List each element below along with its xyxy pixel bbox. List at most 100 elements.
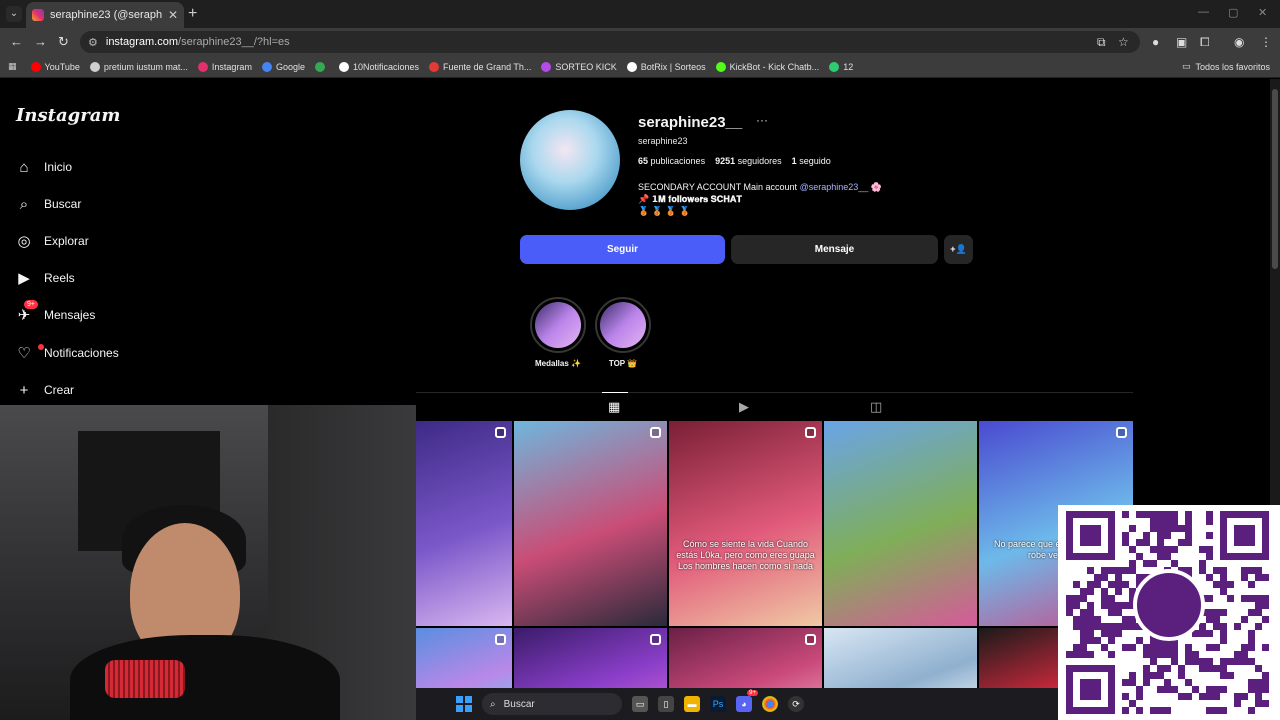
- bookmark-favicon-icon: [197, 61, 208, 72]
- sidebar-item-notifications[interactable]: ♡ Notificaciones: [16, 344, 119, 362]
- tab-tagged-icon[interactable]: ◫: [870, 399, 882, 415]
- sidebar-item-reels[interactable]: ▶ Reels: [16, 270, 74, 287]
- discord-icon[interactable]: ◕ 9+: [736, 690, 758, 712]
- post-thumbnail[interactable]: Cómo se siente la vida Cuando estás L0ka…: [669, 421, 822, 626]
- bookmark-item[interactable]: Instagram: [197, 61, 252, 72]
- bio-mention-link[interactable]: @seraphine23__: [800, 182, 869, 192]
- bookmark-star-icon[interactable]: ☆: [1118, 35, 1129, 49]
- bookmark-item[interactable]: 12: [829, 61, 853, 72]
- sidebar-item-messages[interactable]: ✈ 9+ Mensajes: [16, 300, 96, 324]
- bookmark-favicon-icon: [314, 61, 325, 72]
- tab-posts-grid-icon[interactable]: ▦: [601, 392, 629, 415]
- taskbar-search[interactable]: ⌕ Buscar: [482, 693, 622, 715]
- profile-avatar[interactable]: [520, 110, 620, 210]
- bookmark-item[interactable]: KickBot - Kick Chatb...: [715, 61, 819, 72]
- bookmark-favicon-icon: [626, 61, 637, 72]
- highlight-medallas[interactable]: Medallas ✨: [530, 297, 586, 368]
- yape-qr-code: [1058, 505, 1280, 720]
- search-icon: ⌕: [19, 195, 29, 213]
- bookmark-favicon-icon: [30, 61, 41, 72]
- notification-dot: [38, 344, 44, 350]
- install-app-icon[interactable]: ⧉: [1097, 35, 1106, 50]
- tab-close-icon[interactable]: ✕: [168, 8, 178, 22]
- reels-icon: ▶: [18, 270, 30, 287]
- sidebar-item-explore[interactable]: ◎ Explorar: [16, 233, 88, 250]
- posts-grid: Cómo se siente la vida Cuando estás L0ka…: [416, 421, 1133, 720]
- highlight-top[interactable]: TOP 👑: [595, 297, 651, 368]
- sidebar-item-create[interactable]: + Crear: [16, 381, 74, 399]
- reload-icon[interactable]: ↻: [58, 34, 69, 50]
- address-bar[interactable]: ⚙ instagram.com/seraphine23__/?hl=es: [80, 31, 1140, 53]
- create-icon: +: [19, 381, 29, 399]
- app-icon[interactable]: ▯: [658, 696, 674, 712]
- messages-icon: ✈: [17, 307, 31, 324]
- bookmark-item[interactable]: Google: [261, 61, 305, 72]
- chrome-icon[interactable]: [762, 696, 778, 712]
- bookmark-item[interactable]: [314, 61, 329, 72]
- more-options-icon[interactable]: ···: [756, 113, 768, 127]
- reel-icon: [650, 634, 661, 645]
- menu-dots-icon[interactable]: ⋮: [1260, 35, 1272, 49]
- post-thumbnail[interactable]: [514, 421, 667, 626]
- bookmark-item[interactable]: Fuente de Grand Th...: [429, 61, 531, 72]
- bookmark-favicon-icon: [89, 61, 100, 72]
- site-info-icon[interactable]: ⚙: [88, 36, 98, 49]
- reel-icon: [805, 427, 816, 438]
- profile-avatar-icon[interactable]: ◉: [1234, 35, 1244, 49]
- bookmark-label: Instagram: [211, 61, 252, 72]
- minimize-icon[interactable]: —: [1198, 6, 1209, 18]
- sidebar-item-search[interactable]: ⌕ Buscar: [16, 195, 82, 213]
- highlight-label: Medallas ✨: [535, 359, 581, 368]
- new-tab-button[interactable]: +: [188, 5, 197, 23]
- followers-stat[interactable]: 9251 seguidores: [715, 156, 782, 166]
- extension-icon[interactable]: ●: [1152, 35, 1159, 49]
- bookmark-item[interactable]: BotRix | Sorteos: [626, 61, 706, 72]
- url-path: /seraphine23__/?hl=es: [178, 36, 290, 48]
- bookmark-favicon-icon: [429, 61, 440, 72]
- windows-start-icon[interactable]: [456, 696, 472, 712]
- back-icon[interactable]: ←: [10, 34, 23, 49]
- bookmark-favicon-icon: [261, 61, 272, 72]
- bookmark-item[interactable]: 10Notificaciones: [338, 61, 419, 72]
- follow-button[interactable]: Seguir: [520, 235, 725, 264]
- instagram-favicon-icon: [32, 9, 44, 21]
- bookmark-favicon-icon: [338, 61, 349, 72]
- tab-list-button[interactable]: ⌄: [6, 6, 22, 22]
- apps-grid-icon[interactable]: ▦: [8, 61, 17, 72]
- bookmark-favicon-icon: [715, 61, 726, 72]
- tab-title: seraphine23 (@seraphine23__: [50, 9, 162, 21]
- reel-icon: [495, 634, 506, 645]
- file-explorer-icon[interactable]: ▬: [684, 696, 700, 712]
- extensions-puzzle-icon[interactable]: ⧠: [1200, 35, 1210, 50]
- folder-icon: ▭: [1181, 61, 1191, 71]
- sidebar-item-label: Mensajes: [44, 308, 96, 322]
- message-button[interactable]: Mensaje: [731, 235, 938, 264]
- suggest-user-button[interactable]: +👤: [944, 235, 973, 264]
- sidebar-item-home[interactable]: ⌂ Inicio: [16, 159, 72, 176]
- post-thumbnail[interactable]: [824, 421, 977, 626]
- reel-icon: [650, 427, 661, 438]
- bookmark-label: YouTube: [44, 61, 80, 72]
- browser-tab[interactable]: seraphine23 (@seraphine23__ ✕: [26, 2, 184, 28]
- app-2-icon[interactable]: ⟳: [788, 696, 804, 712]
- profile-name: seraphine23: [638, 136, 688, 146]
- notifications-icon: ♡: [17, 345, 31, 362]
- bookmark-item[interactable]: SORTEO KICK: [541, 61, 617, 72]
- bookmark-item[interactable]: YouTube: [30, 61, 80, 72]
- messages-badge: 9+: [24, 300, 38, 309]
- maximize-icon[interactable]: ▢: [1228, 6, 1238, 19]
- task-view-icon[interactable]: ▭: [632, 696, 648, 712]
- close-window-icon[interactable]: ✕: [1258, 6, 1267, 19]
- instagram-logo[interactable]: Instagram: [16, 105, 120, 126]
- extension-2-icon[interactable]: ▣: [1176, 35, 1187, 49]
- url-host: instagram.com: [105, 36, 179, 48]
- microphone: [105, 660, 185, 698]
- forward-icon[interactable]: →: [34, 34, 47, 49]
- bookmark-item[interactable]: pretium iustum mat...: [89, 61, 188, 72]
- post-thumbnail[interactable]: [416, 421, 512, 626]
- tab-reels-icon[interactable]: ▶: [739, 399, 749, 415]
- all-bookmarks[interactable]: ▭ Todos los favoritos: [1182, 61, 1270, 72]
- photoshop-icon[interactable]: Ps: [710, 696, 726, 712]
- posts-stat[interactable]: 65 publicaciones: [638, 156, 705, 166]
- following-stat[interactable]: 1 seguido: [792, 156, 831, 166]
